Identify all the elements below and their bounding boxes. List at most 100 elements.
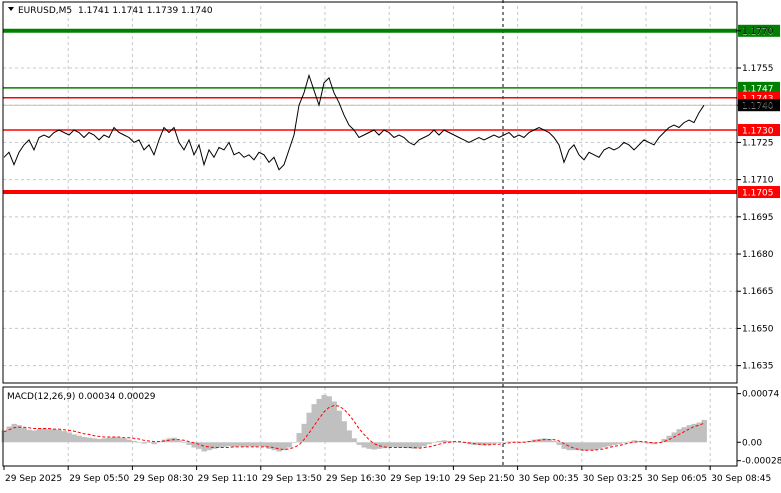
macd-histogram-bar: [361, 442, 367, 448]
macd-histogram-bar: [111, 437, 117, 443]
macd-histogram-bar: [106, 437, 112, 443]
macd-histogram-bar: [221, 442, 227, 447]
macd-histogram-bar: [276, 442, 282, 452]
time-label: 29 Sep 19:10: [390, 474, 450, 484]
macd-histogram-bar: [366, 442, 372, 449]
macd-histogram-bar: [426, 442, 432, 445]
macd-histogram-bar: [326, 396, 332, 443]
macd-tick-label: 0.00: [742, 438, 762, 448]
price-tick-label: 1.1770: [742, 27, 774, 37]
time-label: 30 Sep 08:45: [711, 474, 771, 484]
price-tick-label: 1.1680: [742, 250, 774, 260]
macd-histogram-bar: [81, 437, 87, 443]
macd-histogram-bar: [16, 425, 22, 443]
macd-histogram-bar: [401, 442, 407, 448]
time-label: 29 Sep 11:10: [198, 474, 258, 484]
macd-histogram-bar: [346, 430, 352, 443]
macd-histogram-bar: [261, 442, 267, 447]
time-label: 29 Sep 21:50: [454, 474, 514, 484]
macd-histogram-bar: [351, 438, 357, 443]
macd-histogram-bar: [566, 442, 572, 451]
macd-histogram-bar: [556, 442, 562, 445]
price-tick-label: 1.1710: [742, 176, 774, 186]
macd-histogram-bar: [216, 442, 222, 448]
macd-histogram-bar: [126, 439, 132, 443]
price-tick-label: 1.1725: [742, 138, 774, 148]
time-label: 29 Sep 05:50: [69, 474, 129, 484]
macd-histogram-bar: [236, 442, 242, 447]
macd-histogram-bar: [66, 432, 72, 443]
macd-histogram-bar: [496, 442, 502, 443]
macd-histogram-bar: [621, 442, 627, 443]
macd-histogram-bar: [441, 440, 447, 443]
macd-histogram-bar: [701, 419, 707, 443]
macd-histogram-bar: [26, 429, 32, 443]
time-label: 29 Sep 16:30: [326, 474, 386, 484]
macd-histogram-bar: [91, 438, 97, 443]
macd-histogram-bar: [186, 442, 192, 445]
macd-histogram-bar: [251, 442, 257, 447]
macd-histogram-bar: [46, 429, 52, 443]
time-label: 30 Sep 03:25: [583, 474, 643, 484]
macd-histogram-bar: [681, 427, 687, 443]
macd-histogram-bar: [431, 442, 437, 443]
macd-histogram-bar: [61, 431, 67, 443]
macd-histogram-bar: [151, 442, 157, 445]
macd-histogram-bar: [541, 438, 547, 443]
macd-tick-label: 0.00074: [742, 390, 779, 400]
chart-window[interactable]: 1.17701.17471.17431.17301.17051.1740 1.1…: [0, 0, 781, 489]
level-price-label: 1.1705: [742, 189, 774, 199]
chart-canvas[interactable]: 1.17701.17471.17431.17301.17051.1740 1.1…: [0, 0, 781, 489]
level-price-label: 1.1730: [742, 127, 774, 137]
macd-histogram-bar: [101, 438, 107, 443]
chart-header: EURUSD,M5 1.1741 1.1741 1.1739 1.1740: [8, 6, 213, 16]
macd-histogram-bar: [36, 429, 42, 443]
macd-histogram-bar: [491, 442, 497, 444]
macd-histogram-bar: [316, 398, 322, 443]
macd-histogram-bar: [321, 394, 327, 443]
time-label: 30 Sep 00:35: [519, 474, 579, 484]
macd-histogram-bar: [371, 442, 377, 450]
price-tick-label: 1.1740: [742, 101, 774, 111]
macd-histogram-bar: [266, 442, 272, 449]
time-label: 29 Sep 2025: [5, 474, 62, 484]
macd-histogram-bar: [391, 442, 397, 447]
macd-histogram-bar: [56, 429, 62, 443]
macd-histogram-bar: [506, 441, 512, 443]
macd-histogram-bar: [596, 442, 602, 449]
macd-histogram-bar: [41, 428, 47, 443]
macd-histogram-bar: [386, 442, 392, 448]
macd-histogram-bar: [586, 442, 592, 451]
time-label: 29 Sep 13:50: [262, 474, 322, 484]
macd-histogram-bar: [421, 442, 427, 447]
macd-histogram-bar: [176, 440, 182, 443]
macd-histogram-bar: [341, 421, 347, 443]
macd-histogram-bar: [136, 442, 142, 443]
macd-histogram-bar: [336, 410, 342, 443]
macd-histogram-bar: [11, 423, 17, 443]
macd-histogram-bar: [116, 437, 122, 443]
macd-histogram-bar: [286, 442, 292, 448]
macd-histogram-bar: [181, 442, 187, 443]
macd-histogram-bar: [591, 442, 597, 451]
price-tick-label: 1.1665: [742, 287, 774, 297]
background: [0, 0, 781, 489]
macd-histogram-bar: [21, 427, 27, 443]
macd-histogram-bar: [86, 437, 92, 443]
macd-histogram-bar: [676, 429, 682, 443]
macd-histogram-bar: [296, 433, 302, 443]
macd-histogram-bar: [691, 423, 697, 443]
time-label: 30 Sep 06:05: [647, 474, 707, 484]
macd-histogram-bar: [611, 442, 617, 445]
price-tick-label: 1.1635: [742, 362, 774, 372]
macd-histogram-bar: [141, 442, 147, 444]
price-tick-label: 1.1650: [742, 324, 774, 334]
macd-histogram-bar: [606, 442, 612, 447]
macd-histogram-bar: [96, 438, 102, 443]
macd-histogram-bar: [356, 442, 362, 445]
macd-histogram-bar: [226, 442, 232, 447]
macd-histogram-bar: [436, 440, 442, 443]
macd-histogram-bar: [146, 442, 152, 443]
macd-title: MACD(12,26,9) 0.00034 0.00029: [7, 392, 156, 402]
price-tick-label: 1.1695: [742, 213, 774, 223]
